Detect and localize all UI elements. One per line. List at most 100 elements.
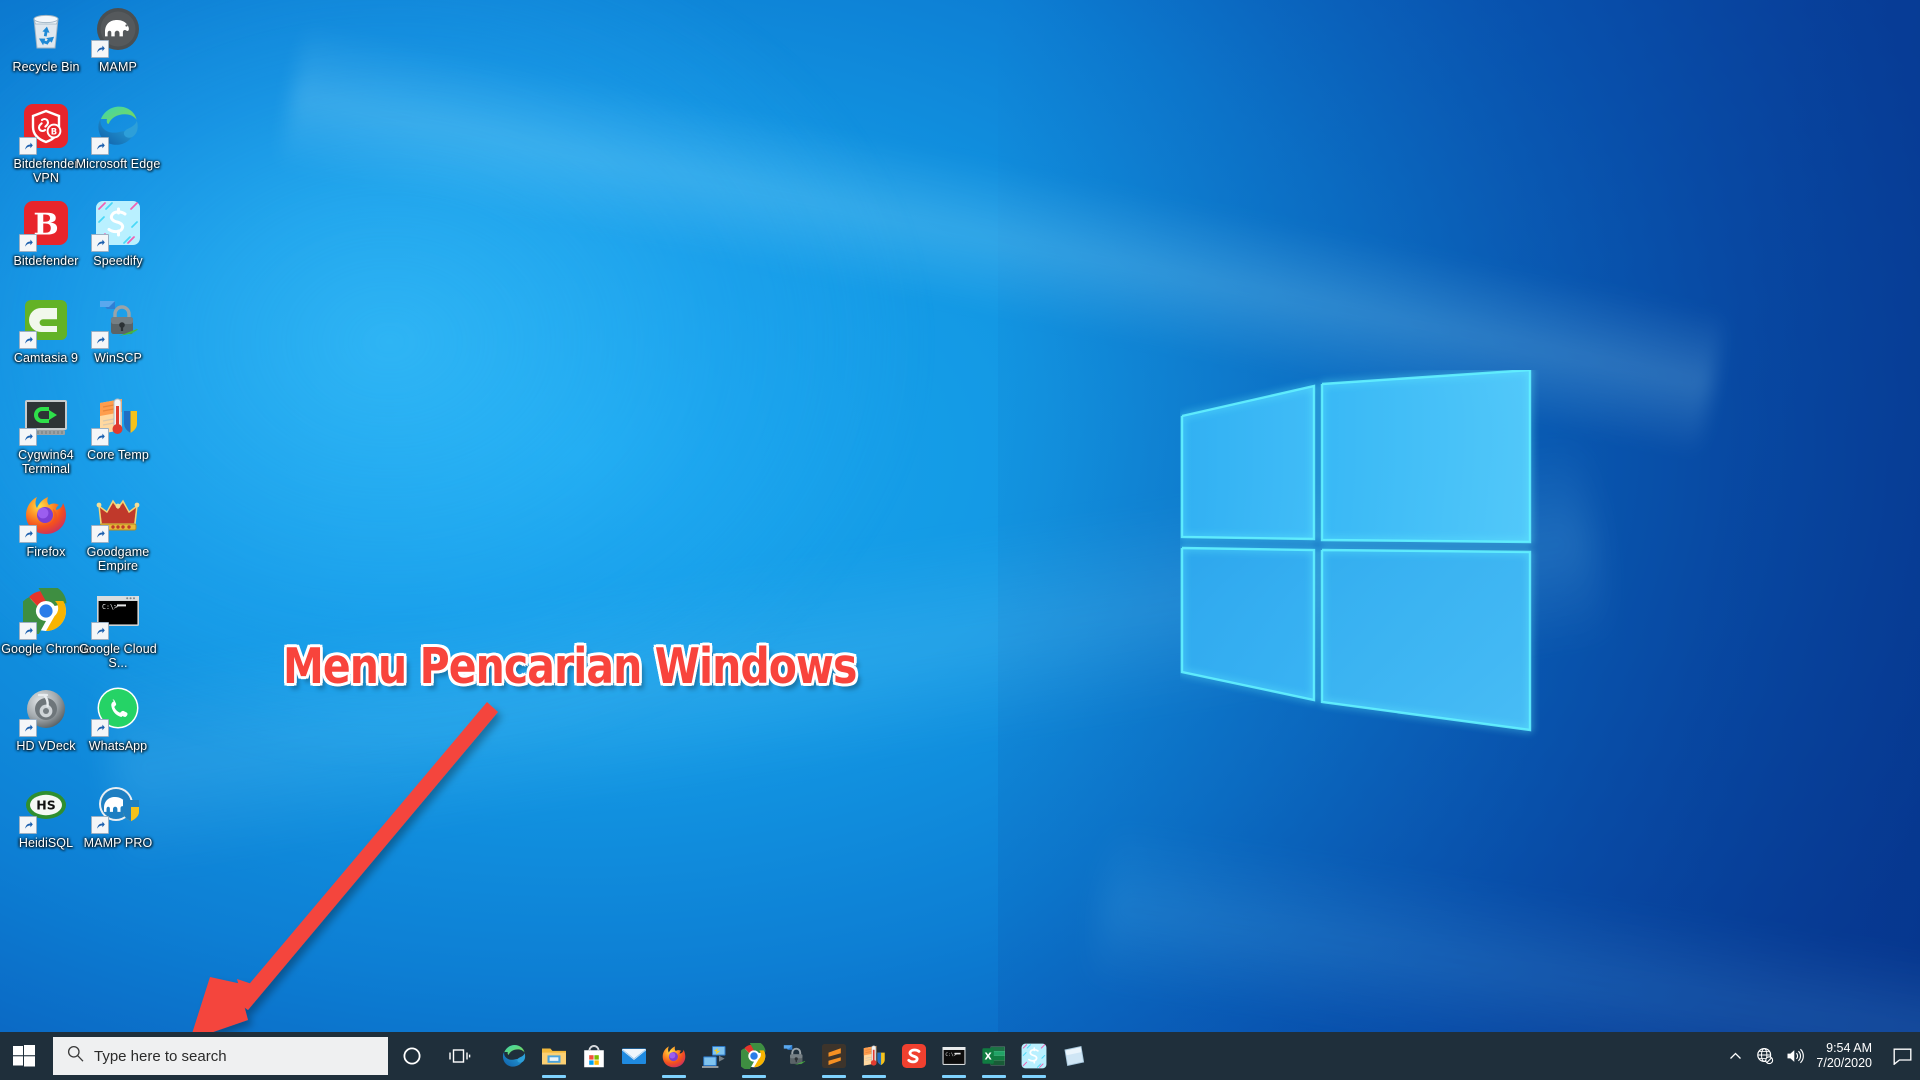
cortana-button[interactable] [388, 1032, 436, 1080]
shortcut-arrow-icon [91, 331, 109, 349]
snagit-icon [901, 1043, 927, 1069]
windows-hero-logo-icon [1180, 368, 1540, 750]
shortcut-arrow-icon [19, 719, 37, 737]
sublime-text-icon [821, 1043, 847, 1069]
desktop-icon-goodgame-empire[interactable]: Goodgame Empire [72, 491, 164, 573]
taskbar-app-speedify[interactable] [1014, 1032, 1054, 1080]
shortcut-arrow-icon [19, 234, 37, 252]
bitdefender-icon: B [19, 200, 71, 252]
desktop-icon-winscp[interactable]: WinSCP [72, 297, 164, 365]
volume-button[interactable] [1780, 1032, 1810, 1080]
taskbar-app-winscp[interactable] [774, 1032, 814, 1080]
taskbar-app-command-prompt[interactable]: C:\> [934, 1032, 974, 1080]
show-hidden-icons-button[interactable] [1720, 1032, 1750, 1080]
running-indicator [942, 1075, 966, 1078]
svg-text:C:\>: C:\> [102, 603, 118, 611]
taskbar-app-sublime-text[interactable] [814, 1032, 854, 1080]
shortcut-arrow-icon [91, 234, 109, 252]
cygwin-terminal-icon [19, 394, 71, 446]
clock[interactable]: 9:54 AM 7/20/2020 [1810, 1032, 1884, 1080]
shortcut-arrow-icon [19, 525, 37, 543]
annotation-arrow-icon [180, 680, 540, 1050]
shortcut-arrow-icon [19, 428, 37, 446]
taskbar-app-snagit[interactable] [894, 1032, 934, 1080]
taskbar-app-google-chrome[interactable] [734, 1032, 774, 1080]
google-chrome-icon [17, 584, 71, 640]
desktop-icon-label: MAMP [99, 60, 137, 74]
microsoft-store-icon [581, 1043, 607, 1069]
taskbar-app-remote-desktop[interactable] [694, 1032, 734, 1080]
firefox-icon [661, 1043, 687, 1069]
action-center-button[interactable] [1884, 1032, 1920, 1080]
whatsapp-icon [91, 685, 143, 737]
taskbar-app-file-explorer[interactable] [534, 1032, 574, 1080]
desktop-icon-mamp-pro[interactable]: MAMP PRO [72, 782, 164, 850]
desktop-icon-grid: Recycle Bin MAMP B Bitdefender VPN Micro… [0, 0, 190, 1010]
bitdefender-vpn-icon: B [19, 103, 71, 155]
running-indicator [542, 1075, 566, 1078]
start-button[interactable] [0, 1032, 48, 1080]
file-explorer-icon [541, 1043, 567, 1069]
speedify-icon [91, 200, 143, 252]
microsoft-edge-icon [501, 1043, 527, 1069]
search-placeholder-text: Type here to search [94, 1047, 227, 1065]
search-input[interactable]: Type here to search [53, 1037, 388, 1075]
taskbar-app-microsoft-excel[interactable]: X [974, 1032, 1014, 1080]
desktop-icon-label: WhatsApp [88, 739, 148, 753]
desktop-icon-label: Speedify [93, 254, 143, 268]
running-indicator [982, 1075, 1006, 1078]
chevron-up-icon [1729, 1052, 1741, 1059]
taskbar-app-list: C:\> X [494, 1032, 1094, 1080]
clock-time: 9:54 AM [1826, 1041, 1872, 1055]
desktop-icon-microsoft-edge[interactable]: Microsoft Edge [72, 103, 164, 171]
taskbar-app-sticky-notes[interactable] [1054, 1032, 1094, 1080]
desktop-icon-label: MAMP PRO [83, 836, 153, 850]
command-prompt-icon: C:\> [941, 1043, 967, 1069]
svg-text:X: X [984, 1052, 992, 1063]
speedify-icon [1021, 1043, 1047, 1069]
running-indicator [862, 1075, 886, 1078]
search-icon [67, 1045, 84, 1067]
core-temp-icon [861, 1043, 887, 1069]
shortcut-arrow-icon [19, 331, 37, 349]
microsoft-excel-icon: X [981, 1043, 1007, 1069]
desktop-icon-mamp[interactable]: MAMP [72, 6, 164, 74]
heidisql-icon: HS [19, 782, 71, 834]
desktop-icon-label: Core Temp [87, 448, 149, 462]
shortcut-arrow-icon [19, 816, 37, 834]
microsoft-edge-icon [91, 103, 143, 155]
desktop-icon-whatsapp[interactable]: WhatsApp [72, 685, 164, 753]
desktop-icon-label: Goodgame Empire [86, 545, 150, 573]
remote-desktop-icon [701, 1043, 727, 1069]
system-tray: 9:54 AM 7/20/2020 [1720, 1032, 1920, 1080]
task-view-icon [449, 1049, 471, 1063]
desktop-icon-speedify[interactable]: Speedify [72, 200, 164, 268]
volume-icon [1787, 1048, 1805, 1064]
desktop-icon-google-cloud-sdk[interactable]: C:\> Google Cloud S... [72, 588, 164, 670]
shortcut-arrow-icon [91, 622, 109, 640]
hd-vdeck-icon [19, 685, 71, 737]
taskbar-app-firefox[interactable] [654, 1032, 694, 1080]
network-status-button[interactable] [1750, 1032, 1780, 1080]
clock-date: 7/20/2020 [1816, 1056, 1872, 1070]
cortana-circle-icon [403, 1047, 421, 1065]
shortcut-arrow-icon [91, 525, 109, 543]
taskbar-app-microsoft-edge[interactable] [494, 1032, 534, 1080]
shortcut-arrow-icon [91, 428, 109, 446]
mamp-pro-icon [91, 782, 143, 834]
goodgame-empire-icon [91, 491, 143, 543]
taskbar-app-mail[interactable] [614, 1032, 654, 1080]
mamp-icon [91, 6, 143, 58]
running-indicator [662, 1075, 686, 1078]
running-indicator [742, 1075, 766, 1078]
sticky-notes-icon [1061, 1043, 1087, 1069]
task-view-button[interactable] [436, 1032, 484, 1080]
firefox-icon [19, 491, 71, 543]
desktop-icon-label: Microsoft Edge [75, 157, 161, 171]
shortcut-arrow-icon [91, 40, 109, 58]
desktop-icon-core-temp[interactable]: Core Temp [72, 394, 164, 462]
taskbar-app-core-temp[interactable] [854, 1032, 894, 1080]
camtasia-icon [19, 297, 71, 349]
taskbar-app-microsoft-store[interactable] [574, 1032, 614, 1080]
windows-logo-icon [13, 1045, 35, 1067]
